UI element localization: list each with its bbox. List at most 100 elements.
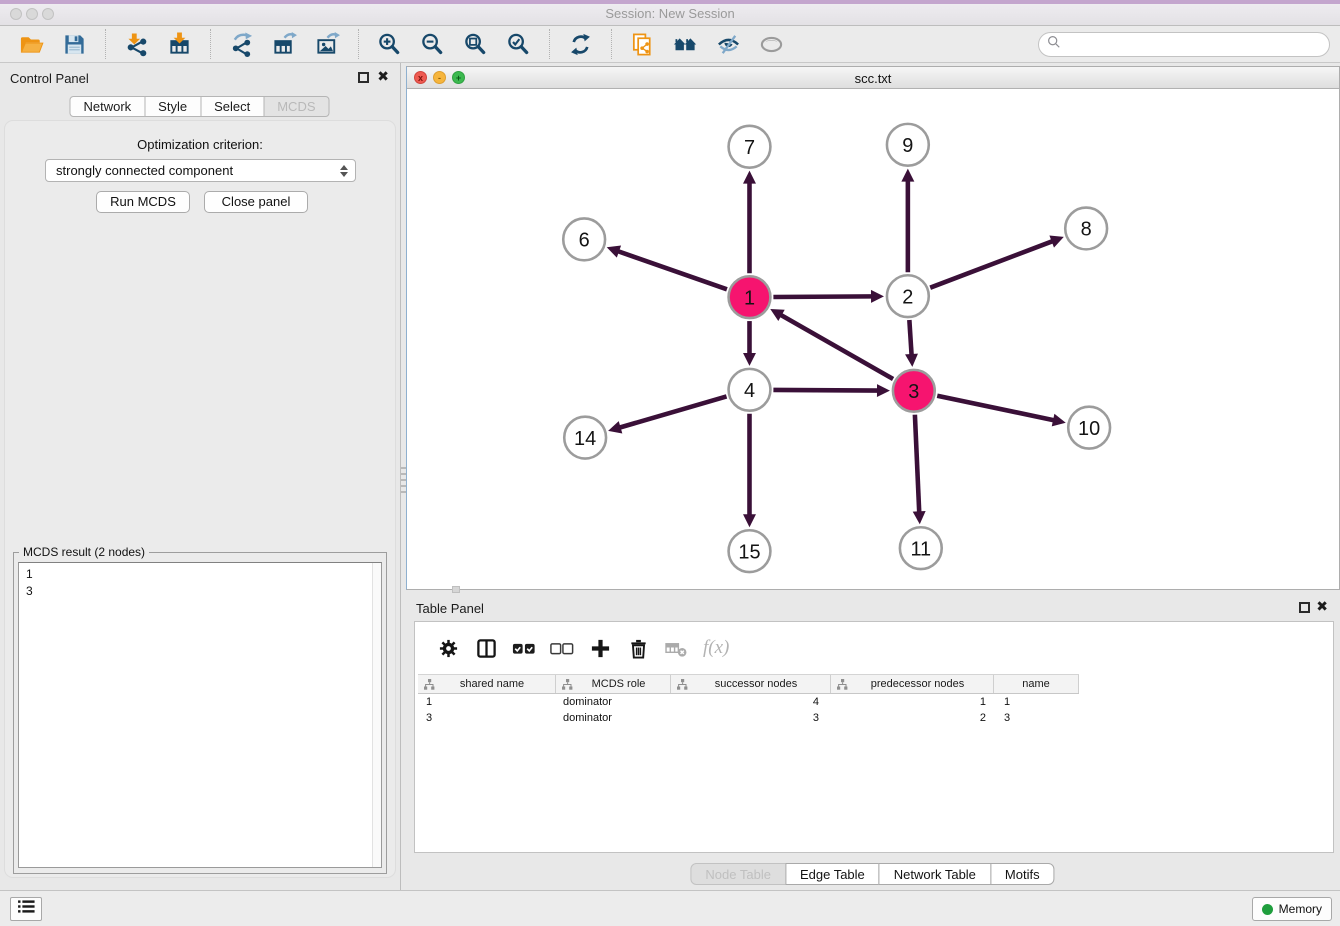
table-header-row: shared nameMCDS rolesuccessor nodesprede… [418,674,1079,694]
toggle-panel-icon[interactable] [474,636,498,660]
edge-1-2[interactable] [773,296,873,297]
optimization-criterion-select[interactable]: strongly connected component [45,159,356,182]
table-cell[interactable]: dominator [556,694,671,710]
search-field[interactable] [1038,32,1330,57]
window-accent-strip [0,0,1340,4]
float-panel-icon[interactable] [358,72,369,83]
edge-arrowhead [607,245,621,257]
table-cell[interactable]: 1 [418,694,556,710]
column-header-name[interactable]: name [994,675,1079,693]
hide-eye-icon[interactable] [715,31,742,58]
column-header-predecessor-nodes[interactable]: predecessor nodes [831,675,994,693]
graph-node-9[interactable]: 9 [887,124,929,166]
column-header-successor-nodes[interactable]: successor nodes [671,675,831,693]
import-table-icon[interactable] [166,31,193,58]
zoom-fit-icon[interactable] [462,31,489,58]
result-scrollbar[interactable] [372,563,381,867]
edge-1-6[interactable] [617,251,727,289]
memory-button[interactable]: Memory [1252,897,1332,921]
graph-node-1[interactable]: 1 [729,276,771,318]
network-window-title: scc.txt [407,71,1339,86]
mcds-result-area[interactable]: 1 3 [18,562,382,868]
edge-3-10[interactable] [937,396,1055,421]
open-session-icon[interactable] [629,31,656,58]
table-cell[interactable]: dominator [556,710,671,726]
svg-text:7: 7 [744,137,755,159]
export-network-icon[interactable] [228,31,255,58]
export-image-icon[interactable] [314,31,341,58]
graph-node-11[interactable]: 11 [900,527,942,569]
table-cell[interactable]: 3 [994,710,1079,726]
edge-arrowhead [901,169,914,182]
close-panel-button[interactable]: Close panel [204,191,308,213]
edge-3-1[interactable] [780,314,893,379]
tab-select[interactable]: Select [200,96,264,117]
edge-2-3[interactable] [909,320,911,356]
table-row[interactable]: 3dominator323 [418,710,1331,726]
table-cell[interactable]: 3 [671,710,831,726]
edge-3-11[interactable] [915,415,919,514]
table-close-icon[interactable]: ✖ [1316,598,1328,615]
select-stepper-icon [337,163,350,179]
run-mcds-button[interactable]: Run MCDS [96,191,190,213]
graph-node-15[interactable]: 15 [729,530,771,572]
network-canvas[interactable]: 7 9 6 8 1 2 4 3 14 10 15 11 [407,89,1339,589]
graph-node-8[interactable]: 8 [1065,208,1107,250]
mcds-result-legend: MCDS result (2 nodes) [19,545,149,559]
hierarchy-icon [677,679,688,690]
refresh-icon[interactable] [567,31,594,58]
table-cell[interactable]: 4 [671,694,831,710]
tab-motifs[interactable]: Motifs [990,863,1055,885]
table-cell[interactable]: 1 [831,694,994,710]
main-toolbar-icons [10,29,793,59]
tab-edge-table[interactable]: Edge Table [785,863,880,885]
export-table-icon[interactable] [271,31,298,58]
graph-node-4[interactable]: 4 [729,369,771,411]
table-cell[interactable]: 2 [831,710,994,726]
column-settings-icon[interactable] [436,636,460,660]
svg-text:10: 10 [1078,418,1100,440]
column-header-MCDS-role[interactable]: MCDS role [556,675,671,693]
table-cell[interactable]: 1 [994,694,1079,710]
edge-4-14[interactable] [619,396,727,427]
network-window-titlebar[interactable]: x - + scc.txt [407,67,1339,89]
graph-node-3[interactable]: 3 [893,370,935,412]
edge-2-8[interactable] [930,241,1053,288]
column-header-shared-name[interactable]: shared name [418,675,556,693]
save-icon[interactable] [61,31,88,58]
table-panel-title: Table Panel [416,601,484,616]
tab-style[interactable]: Style [144,96,201,117]
horizontal-splitter-handle[interactable] [452,586,460,593]
table-float-icon[interactable] [1299,602,1310,613]
graph-node-14[interactable]: 14 [564,417,606,459]
homes-icon[interactable] [672,31,699,58]
graph-node-7[interactable]: 7 [729,126,771,168]
zoom-selected-icon[interactable] [505,31,532,58]
tab-node-table[interactable]: Node Table [690,863,786,885]
select-all-icon[interactable] [512,636,536,660]
add-row-icon[interactable] [588,636,612,660]
open-folder-icon[interactable] [18,31,45,58]
close-panel-icon[interactable]: ✖ [377,68,389,85]
edge-4-3[interactable] [773,390,879,391]
zoom-out-icon[interactable] [419,31,446,58]
search-input[interactable] [1066,36,1329,54]
table-cell[interactable]: 3 [418,710,556,726]
delete-row-icon[interactable] [626,636,650,660]
import-network-icon[interactable] [123,31,150,58]
deselect-all-icon[interactable] [550,636,574,660]
graph-node-2[interactable]: 2 [887,275,929,317]
show-eye-icon[interactable] [758,31,785,58]
zoom-in-icon[interactable] [376,31,403,58]
svg-text:2: 2 [902,286,913,308]
graph-node-10[interactable]: 10 [1068,407,1110,449]
mcds-result-text: 1 3 [26,566,33,600]
table-row[interactable]: 1dominator411 [418,694,1331,710]
application-window: Session: New Session Control Panel ✖ Net… [0,0,1340,926]
task-history-button[interactable] [10,897,42,921]
tab-network-table[interactable]: Network Table [879,863,991,885]
graph-node-6[interactable]: 6 [563,218,605,260]
list-icon [17,899,36,919]
tab-network[interactable]: Network [69,96,145,117]
tab-mcds[interactable]: MCDS [263,96,329,117]
